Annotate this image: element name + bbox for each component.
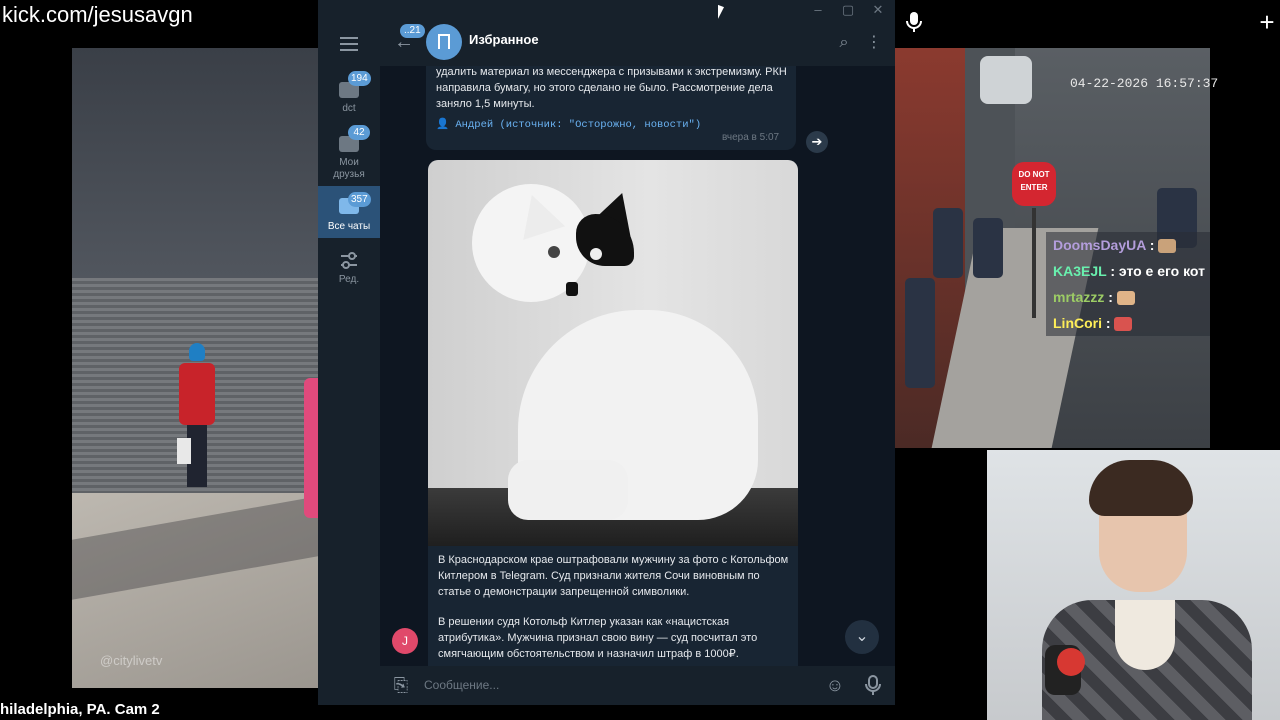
cat-eye bbox=[590, 248, 602, 260]
sign-line-2: ENTER bbox=[1020, 183, 1048, 192]
mouse-cursor-icon bbox=[718, 4, 724, 22]
chat-separator: : bbox=[1145, 237, 1159, 253]
camera-watermark: @citylivetv bbox=[100, 653, 163, 668]
telegram-window: – ▢ ✕ 194 dct 42 Мои друзья 357 Все чаты… bbox=[318, 0, 895, 705]
chat-text: это е его кот bbox=[1118, 263, 1205, 279]
folder-edit[interactable]: Ред. bbox=[318, 244, 380, 306]
streamer-webcam bbox=[987, 450, 1280, 720]
chat-separator: : bbox=[1104, 289, 1117, 305]
minimize-button[interactable]: – bbox=[810, 2, 826, 18]
camera-caption: hiladelphia, PA. Cam 2 bbox=[0, 701, 160, 718]
pedestrian bbox=[304, 378, 318, 518]
attach-icon[interactable]: ⎘ bbox=[390, 674, 412, 696]
cat-emote-icon bbox=[1116, 291, 1135, 306]
sign-line-1: DO NOT bbox=[1018, 170, 1050, 179]
unread-badge: 357 bbox=[348, 192, 371, 207]
parked-car bbox=[980, 56, 1032, 104]
chat-message: KA3EJL : это е его кот bbox=[1046, 258, 1210, 284]
chat-username: mrtazzz bbox=[1053, 289, 1105, 305]
title-bar: – ▢ ✕ bbox=[318, 0, 895, 20]
chat-separator: : bbox=[1102, 315, 1115, 331]
more-options-icon[interactable]: ⋮ bbox=[864, 33, 884, 53]
message-photo[interactable] bbox=[428, 160, 798, 546]
bookmark-icon bbox=[426, 24, 462, 60]
chat-username: LinCori bbox=[1053, 315, 1102, 331]
sender-avatar[interactable]: J bbox=[392, 628, 418, 654]
chat-message: DoomsDayUA : bbox=[1046, 232, 1210, 258]
folder-label: Ред. bbox=[338, 274, 360, 285]
forward-icon[interactable]: ➔ bbox=[806, 131, 828, 153]
emoji-icon[interactable]: ☺ bbox=[824, 674, 846, 696]
message-text: В решении судя Котольф Китлер указан как… bbox=[438, 616, 758, 660]
chat-header: ← ..21 Избранное ⌕ ⋮ bbox=[380, 20, 895, 66]
angry-emote-icon bbox=[1114, 317, 1133, 332]
scroll-down-button[interactable]: ⌄ bbox=[845, 620, 879, 654]
menu-icon[interactable] bbox=[340, 37, 358, 51]
camera-timestamp: 04-22-2026 16:57:37 bbox=[1070, 76, 1219, 91]
folder-label: Мои друзья bbox=[333, 157, 365, 180]
folder-dct[interactable]: 194 dct bbox=[318, 68, 380, 130]
building-wall bbox=[72, 48, 318, 278]
cat-emote-icon bbox=[1158, 239, 1177, 254]
search-icon[interactable]: ⌕ bbox=[834, 33, 854, 53]
folder-all-chats[interactable]: 357 Все чаты bbox=[318, 186, 380, 238]
cat-head bbox=[472, 184, 644, 302]
chat-username: DoomsDayUA bbox=[1053, 237, 1146, 253]
chat-separator: : bbox=[1106, 263, 1119, 279]
chat-message: LinCori : bbox=[1046, 310, 1210, 336]
message-text: удалить материал из мессенджера с призыв… bbox=[436, 66, 787, 110]
pedestrian bbox=[933, 208, 963, 278]
do-not-enter-sign: DO NOT ENTER bbox=[1012, 162, 1056, 206]
folder-friends[interactable]: 42 Мои друзья bbox=[318, 122, 380, 192]
cat-mustache-mark bbox=[566, 282, 578, 296]
message-list[interactable]: удалить материал из мессенджера с призыв… bbox=[380, 66, 895, 666]
cat-ear bbox=[510, 188, 566, 240]
cat-legs bbox=[508, 460, 628, 520]
voice-message-icon[interactable] bbox=[862, 674, 884, 696]
unread-badge: 42 bbox=[348, 125, 370, 140]
camera-feed-left: @citylivetv bbox=[72, 48, 318, 688]
maximize-button[interactable]: ▢ bbox=[840, 2, 856, 18]
streamer-tee bbox=[1115, 600, 1175, 670]
sign-pole bbox=[1032, 208, 1036, 318]
microphone-logo bbox=[1057, 648, 1085, 676]
message-input[interactable]: Сообщение... bbox=[424, 678, 499, 692]
streamer-hair bbox=[1089, 460, 1193, 516]
message-time: вчера в 5:07 bbox=[722, 132, 780, 143]
settings-sliders-icon bbox=[341, 252, 357, 269]
message-text: В Краснодарском крае оштрафовали мужчину… bbox=[438, 554, 789, 598]
message-composer: ⎘ Сообщение... ☺ bbox=[380, 666, 895, 705]
stream-chat: DoomsDayUA : KA3EJL : это е его кот mrta… bbox=[1046, 232, 1210, 336]
folder-label: dct bbox=[342, 103, 356, 114]
unread-badge: 194 bbox=[348, 71, 371, 86]
microphone-icon[interactable] bbox=[902, 10, 926, 34]
pedestrian bbox=[973, 218, 1003, 278]
stream-url: kick.com/jesusavgn bbox=[0, 0, 199, 30]
message-source[interactable]: 👤 Андрей (источник: "Осторожно, новости"… bbox=[436, 117, 701, 131]
add-icon[interactable]: + bbox=[1256, 9, 1278, 35]
chat-username: KA3EJL bbox=[1053, 263, 1107, 279]
folders-sidebar: 194 dct 42 Мои друзья 357 Все чаты Ред. bbox=[318, 20, 380, 705]
chat-message: mrtazzz : bbox=[1046, 284, 1210, 310]
chat-title[interactable]: Избранное bbox=[469, 32, 539, 47]
message-bubble[interactable]: В Краснодарском крае оштрафовали мужчину… bbox=[428, 160, 798, 666]
pedestrian bbox=[177, 343, 217, 493]
pedestrian bbox=[905, 278, 935, 388]
close-button[interactable]: ✕ bbox=[870, 2, 886, 18]
unread-badge: ..21 bbox=[400, 24, 425, 38]
folder-label: Все чаты bbox=[327, 221, 371, 232]
cat-eye bbox=[548, 246, 560, 258]
message-bubble[interactable]: удалить материал из мессенджера с призыв… bbox=[426, 66, 796, 150]
